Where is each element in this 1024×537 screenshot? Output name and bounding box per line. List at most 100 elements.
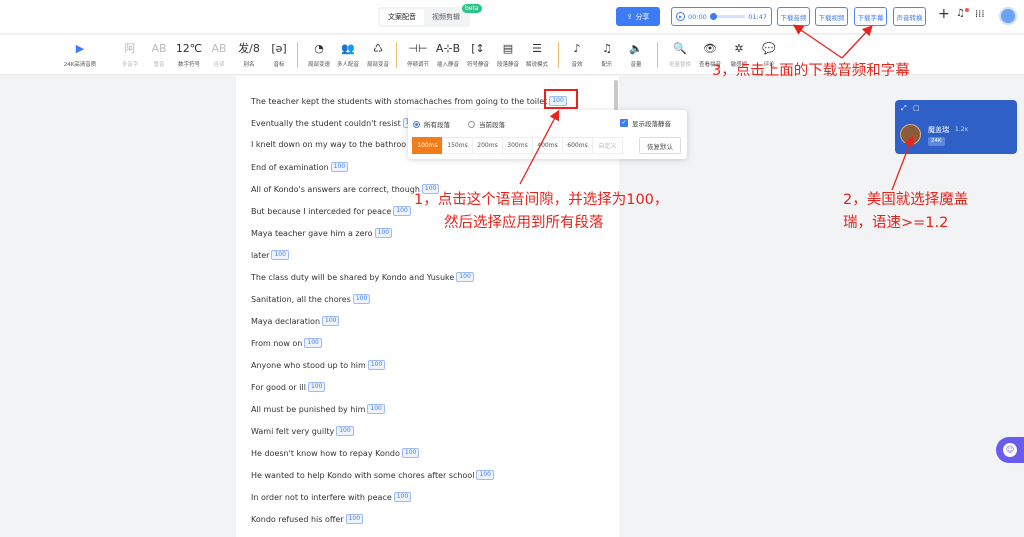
pause-tag[interactable]: 100 [345, 514, 364, 524]
voice-card[interactable]: ⤢ ▢ 魔盖瑞 1.2x 24K [895, 100, 1017, 154]
text-line[interactable]: For good or ill 100 [251, 382, 326, 392]
pause-tag[interactable]: 100 [401, 448, 420, 458]
progress-track[interactable] [709, 13, 746, 20]
line-text[interactable]: He wanted to help Kondo with some chores… [251, 471, 474, 480]
background-music-tool[interactable]: ♫ 配乐 [591, 41, 623, 68]
text-line[interactable]: Anyone who stood up to him 100 [251, 360, 386, 370]
hd-quality-tool[interactable]: ▶ 24K高清音质 [64, 41, 97, 68]
pause-option-100ms[interactable]: 100ms [412, 137, 443, 154]
pause-tag[interactable]: 100 [307, 382, 326, 392]
line-text[interactable]: Maya teacher gave him a zero [251, 229, 373, 238]
scope-all-radio[interactable]: 所有段落 [413, 119, 450, 129]
text-line[interactable]: I knelt down on my way to the bathroo [251, 140, 406, 149]
text-line[interactable]: Wami felt very guilty 100 [251, 426, 354, 436]
download-audio-button[interactable]: 下载音频 [777, 7, 810, 26]
text-line[interactable]: He doesn't know how to repay Kondo 100 [251, 448, 420, 458]
pause-tag[interactable]: 100 [393, 492, 412, 502]
pause-tag[interactable]: 100 [476, 470, 494, 480]
tab-script-dubbing[interactable]: 文案配音 [380, 9, 424, 25]
local-voice-change-tool[interactable]: ♺ 局部变音 [362, 41, 394, 68]
text-line[interactable]: Sanitation, all the chores 100 [251, 294, 371, 304]
show-silence-checkbox[interactable]: ✓ 显示段落静音 [620, 118, 671, 128]
text-line[interactable]: Maya declaration 100 [251, 316, 340, 326]
line-text[interactable]: End of examination [251, 163, 329, 172]
text-line[interactable]: From now on 100 [251, 338, 322, 348]
polyphone-tool[interactable]: 阿 多音字 [114, 41, 146, 68]
text-line[interactable]: Kondo refused his offer 100 [251, 514, 364, 524]
pause-option-custom[interactable]: 自定义 [592, 137, 623, 154]
bell-icon[interactable]: ♫ [956, 8, 965, 19]
pause-tag[interactable]: 100 [367, 360, 386, 370]
pause-tag[interactable]: 100 [271, 250, 289, 260]
pause-adjust-tool[interactable]: ⊣⊢ 停顿调节 [402, 41, 434, 68]
number-symbol-tool[interactable]: 12℃ 数字符号 [173, 41, 205, 68]
line-text[interactable]: All of Kondo's answers are correct, thou… [251, 185, 420, 194]
line-text[interactable]: Maya declaration [251, 317, 320, 326]
line-text[interactable]: For good or ill [251, 383, 306, 392]
alias-tool[interactable]: 发/8 别名 [233, 41, 265, 68]
line-text[interactable]: Sanitation, all the chores [251, 295, 351, 304]
sound-effect-tool[interactable]: ♪ 音效 [561, 41, 593, 68]
line-text[interactable]: In order not to interfere with peace [251, 493, 392, 502]
expand-icon[interactable]: ⤢ [901, 104, 907, 113]
batch-replace-tool[interactable]: 🔍 批量替换 [664, 41, 696, 68]
user-avatar[interactable] [999, 7, 1017, 25]
assistant-float-button[interactable]: ☺ [996, 437, 1024, 463]
pause-tag[interactable]: 100 [367, 404, 385, 414]
line-text[interactable]: The teacher kept the students with stoma… [251, 97, 547, 106]
pause-tag[interactable]: 100 [374, 228, 393, 238]
pause-option-150ms[interactable]: 150ms [442, 137, 473, 154]
scope-current-radio[interactable]: 当前段落 [468, 119, 505, 129]
apps-grid-icon[interactable]: ⁞⁞⁞ [975, 9, 985, 20]
tab-video-edit[interactable]: 视频剪辑 [424, 9, 468, 25]
pause-tag[interactable]: 100 [304, 338, 322, 348]
liaison-tool[interactable]: AB 连读 [203, 41, 235, 68]
pause-tag[interactable]: 100 [322, 316, 340, 326]
multi-voice-tool[interactable]: 👥 多人配音 [332, 41, 364, 68]
text-line[interactable]: He wanted to help Kondo with some chores… [251, 470, 494, 480]
phonetic-tool[interactable]: [ə] 音标 [263, 41, 295, 68]
play-icon[interactable]: ▶ [676, 12, 685, 21]
text-line[interactable]: All of Kondo's answers are correct, thou… [251, 184, 440, 194]
line-text[interactable]: All must be punished by him [251, 405, 365, 414]
pause-tag[interactable]: 100 [456, 272, 474, 282]
text-line[interactable]: The teacher kept the students with stoma… [251, 96, 567, 106]
line-text[interactable]: From now on [251, 339, 302, 348]
text-line[interactable]: later 100 [251, 250, 289, 260]
line-text[interactable]: He doesn't know how to repay Kondo [251, 449, 400, 458]
progress-knob[interactable] [709, 13, 717, 20]
text-line[interactable]: Maya teacher gave him a zero 100 [251, 228, 393, 238]
pause-tag[interactable]: 100 [336, 426, 354, 436]
download-video-button[interactable]: 下载视频 [815, 7, 848, 26]
text-line[interactable]: All must be punished by him 100 [251, 404, 385, 414]
insert-silence-tool[interactable]: A⊹B 插入静音 [432, 41, 464, 68]
text-line[interactable]: End of examination 100 [251, 162, 349, 172]
pause-option-300ms[interactable]: 300ms [502, 137, 533, 154]
text-line[interactable]: But because I interceded for peace 100 [251, 206, 411, 216]
volume-tool[interactable]: 🔈 音量 [620, 41, 652, 68]
pause-option-400ms[interactable]: 400ms [532, 137, 563, 154]
line-text[interactable]: Anyone who stood up to him [251, 361, 366, 370]
text-line[interactable]: Eventually the student couldn't resist10… [251, 118, 421, 128]
text-line[interactable]: In order not to interfere with peace 100 [251, 492, 412, 502]
narration-mode-tool[interactable]: ☰ 解说模式 [521, 41, 553, 68]
pause-option-600ms[interactable]: 600ms [562, 137, 593, 154]
pause-option-200ms[interactable]: 200ms [472, 137, 503, 154]
line-text[interactable]: Kondo refused his offer [251, 515, 344, 524]
share-button[interactable]: ⇪ 分享 [616, 7, 660, 26]
local-speed-tool[interactable]: ◔ 局部变速 [303, 41, 335, 68]
line-text[interactable]: Wami felt very guilty [251, 427, 334, 436]
pause-tag[interactable]: 100 [352, 294, 371, 304]
voice-convert-button[interactable]: 声音转换 [893, 7, 926, 26]
pause-tag[interactable]: 100 [330, 162, 349, 172]
line-text[interactable]: Eventually the student couldn't resist [251, 119, 401, 128]
download-subtitle-button[interactable]: 下载字幕 [854, 7, 887, 26]
symbol-silence-tool[interactable]: [↕ 符号静音 [462, 41, 494, 68]
pause-tag[interactable]: 100 [393, 206, 411, 216]
line-text[interactable]: The class duty will be shared by Kondo a… [251, 273, 454, 282]
text-line[interactable]: The class duty will be shared by Kondo a… [251, 272, 474, 282]
plus-icon[interactable]: + [938, 6, 950, 22]
collapse-icon[interactable]: ▢ [913, 104, 920, 112]
reset-default-button[interactable]: 恢复默认 [639, 137, 681, 154]
line-text[interactable]: later [251, 251, 269, 260]
